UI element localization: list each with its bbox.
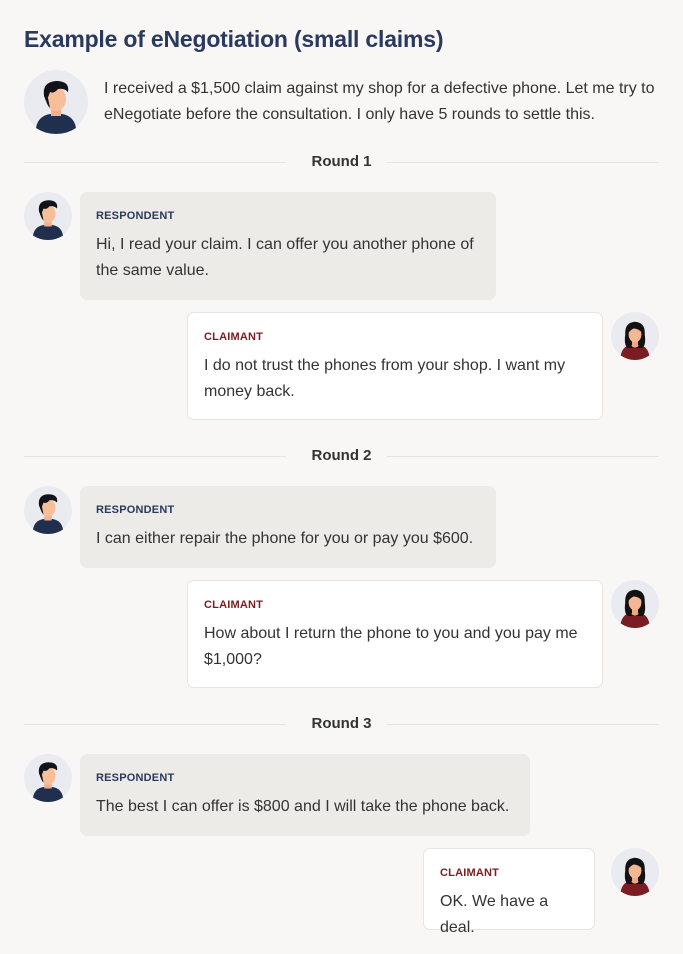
claimant-message-bubble: CLAIMANT How about I return the phone to… — [187, 580, 603, 688]
claimant-avatar-icon — [611, 848, 659, 896]
divider-line — [387, 162, 659, 163]
claimant-avatar-icon — [611, 312, 659, 360]
claimant-label: CLAIMANT — [440, 867, 500, 879]
respondent-message: I can either repair the phone for you or… — [96, 530, 474, 547]
negotiation-card: Example of eNegotiation (small claims) I… — [0, 0, 683, 954]
claimant-label: CLAIMANT — [204, 599, 264, 611]
respondent-message-bubble: RESPONDENT I can either repair the phone… — [80, 486, 496, 568]
divider-line — [387, 456, 659, 457]
respondent-message-bubble: RESPONDENT The best I can offer is $800 … — [80, 754, 530, 836]
claimant-message: I do not trust the phones from your shop… — [204, 357, 566, 400]
claimant-message: OK. We have a deal. — [440, 893, 549, 936]
respondent-message: The best I can offer is $800 and I will … — [96, 798, 510, 815]
respondent-avatar-icon — [24, 192, 72, 240]
claimant-avatar-icon — [611, 580, 659, 628]
respondent-message-bubble: RESPONDENT Hi, I read your claim. I can … — [80, 192, 496, 300]
respondent-label: RESPONDENT — [96, 504, 175, 516]
claimant-message: How about I return the phone to you and … — [204, 625, 578, 668]
respondent-message: Hi, I read your claim. I can offer you a… — [96, 236, 474, 279]
respondent-avatar-icon — [24, 486, 72, 534]
respondent-avatar-icon — [24, 754, 72, 802]
respondent-avatar-icon — [24, 70, 88, 134]
respondent-label: RESPONDENT — [96, 772, 175, 784]
round-separator: Round 1 — [24, 152, 659, 172]
claimant-message-bubble: CLAIMANT OK. We have a deal. — [423, 848, 595, 936]
round-separator: Round 2 — [24, 446, 659, 466]
respondent-label: RESPONDENT — [96, 210, 175, 222]
claimant-message-bubble: CLAIMANT I do not trust the phones from … — [187, 312, 603, 420]
claimant-label: CLAIMANT — [204, 331, 264, 343]
divider-line — [387, 724, 659, 725]
page-title: Example of eNegotiation (small claims) — [24, 26, 444, 52]
round-separator: Round 3 — [24, 714, 659, 734]
intro-text: I received a $1,500 claim against my sho… — [104, 80, 655, 123]
